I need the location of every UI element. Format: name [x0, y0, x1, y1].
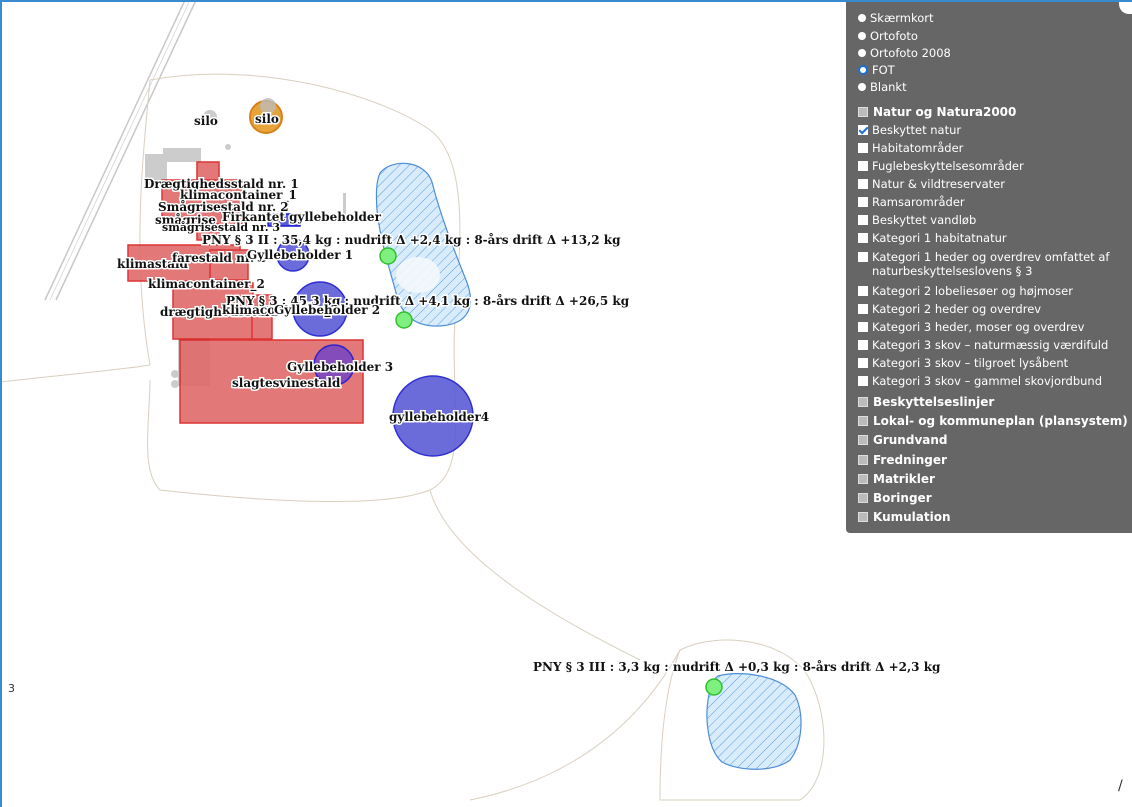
group-beskyttelseslinjer[interactable]: Beskyttelseslinjer	[858, 395, 994, 409]
map-edge-mark: 3	[8, 682, 15, 695]
label-pny-1: PNY § 3 II : 35,4 kg : nudrift Δ +2,4 kg…	[202, 232, 621, 247]
layer-fuglebeskyttelse[interactable]: Fuglebeskyttelsesområder	[858, 159, 1024, 173]
layer-habitatomraader[interactable]: Habitatområder	[858, 141, 963, 155]
layer-kat2-heder[interactable]: Kategori 2 heder og overdrev	[858, 302, 1041, 316]
expand-icon[interactable]	[858, 512, 868, 522]
expand-icon[interactable]	[858, 493, 868, 503]
group-boringer[interactable]: Boringer	[858, 491, 932, 505]
checkbox-icon[interactable]	[858, 286, 868, 296]
checkbox-icon[interactable]	[858, 376, 868, 386]
checkbox-icon[interactable]	[858, 322, 868, 332]
layer-kat3-skov-lysaabent[interactable]: Kategori 3 skov – tilgroet lysåbent	[858, 356, 1068, 370]
radio-icon[interactable]	[858, 49, 866, 57]
label-pny-3: PNY § 3 III : 3,3 kg : nudrift Δ +0,3 kg…	[533, 659, 941, 674]
group-lokalplan[interactable]: Lokal- og kommuneplan (plansystem)	[858, 414, 1128, 428]
layer-kat3-heder[interactable]: Kategori 3 heder, moser og overdrev	[858, 320, 1084, 334]
group-fredninger[interactable]: Fredninger	[858, 453, 947, 467]
checkbox-icon[interactable]	[858, 197, 868, 207]
layer-panel: Skærmkort Ortofoto Ortofoto 2008 FOT Bla…	[846, 0, 1132, 533]
layer-natur-vildt[interactable]: Natur & vildtreservater	[858, 177, 1005, 191]
checkbox-checked-icon[interactable]	[858, 125, 868, 135]
layer-beskyttet-natur[interactable]: Beskyttet natur	[858, 123, 961, 137]
layer-kat1-heder[interactable]: Kategori 1 heder og overdrev omfattet af…	[858, 250, 1132, 278]
north-arrow-icon: /	[1118, 778, 1123, 794]
expand-icon[interactable]	[858, 455, 868, 465]
layer-ramsar[interactable]: Ramsarområder	[858, 195, 965, 209]
base-layer-blankt[interactable]: Blankt	[858, 80, 907, 94]
radio-icon[interactable]	[858, 83, 866, 91]
radio-selected-icon[interactable]	[858, 65, 868, 75]
group-matrikler[interactable]: Matrikler	[858, 472, 935, 486]
checkbox-icon[interactable]	[858, 233, 868, 243]
radio-icon[interactable]	[858, 32, 866, 40]
layer-kat1-habitat[interactable]: Kategori 1 habitatnatur	[858, 231, 1007, 245]
label-gyllebeholder-3: Gyllebeholder 3	[287, 360, 393, 374]
label-slagtesvinestald: slagtesvinestald	[232, 376, 341, 390]
expand-icon[interactable]	[858, 107, 868, 117]
label-gyllebeholder-4: gyllebeholder4	[389, 410, 489, 424]
label-klimacontainer-2: klimacontainer_2	[148, 277, 265, 292]
label-silo-1: silo	[194, 114, 218, 128]
pny-point-2[interactable]	[395, 311, 413, 329]
nature-area-north-inner	[396, 257, 440, 293]
pny-point-3[interactable]	[705, 678, 723, 696]
checkbox-icon[interactable]	[858, 179, 868, 189]
checkbox-icon[interactable]	[858, 340, 868, 350]
group-grundvand[interactable]: Grundvand	[858, 433, 948, 447]
layer-kat3-skov-vaerdi[interactable]: Kategori 3 skov – naturmæssig værdifuld	[858, 338, 1108, 352]
base-layer-skaermkort[interactable]: Skærmkort	[858, 11, 934, 25]
label-silo-2: silo	[255, 112, 279, 126]
layer-vandloeb[interactable]: Beskyttet vandløb	[858, 213, 976, 227]
layer-kat2-lobelie[interactable]: Kategori 2 lobeliesøer og højmoser	[858, 284, 1073, 298]
group-natur[interactable]: Natur og Natura2000	[858, 105, 1016, 119]
expand-icon[interactable]	[858, 397, 868, 407]
base-layer-fot[interactable]: FOT	[858, 63, 895, 77]
checkbox-icon[interactable]	[858, 215, 868, 225]
label-gyllebeholder-1: Gyllebeholder 1	[247, 248, 353, 262]
radio-icon[interactable]	[858, 14, 866, 22]
pny-point-1[interactable]	[379, 247, 397, 265]
expand-icon[interactable]	[858, 474, 868, 484]
expand-icon[interactable]	[858, 435, 868, 445]
checkbox-icon[interactable]	[858, 358, 868, 368]
layer-kat3-skov-gammel[interactable]: Kategori 3 skov – gammel skovjordbund	[858, 374, 1102, 388]
group-kumulation[interactable]: Kumulation	[858, 510, 951, 524]
base-layer-ortofoto-2008[interactable]: Ortofoto 2008	[858, 46, 951, 60]
checkbox-icon[interactable]	[858, 143, 868, 153]
label-gyllebeholder-2: Gyllebeholder 2	[274, 303, 380, 317]
base-layer-ortofoto[interactable]: Ortofoto	[858, 29, 918, 43]
expand-icon[interactable]	[858, 416, 868, 426]
checkbox-icon[interactable]	[858, 161, 868, 171]
checkbox-icon[interactable]	[858, 304, 868, 314]
checkbox-icon[interactable]	[858, 252, 868, 262]
